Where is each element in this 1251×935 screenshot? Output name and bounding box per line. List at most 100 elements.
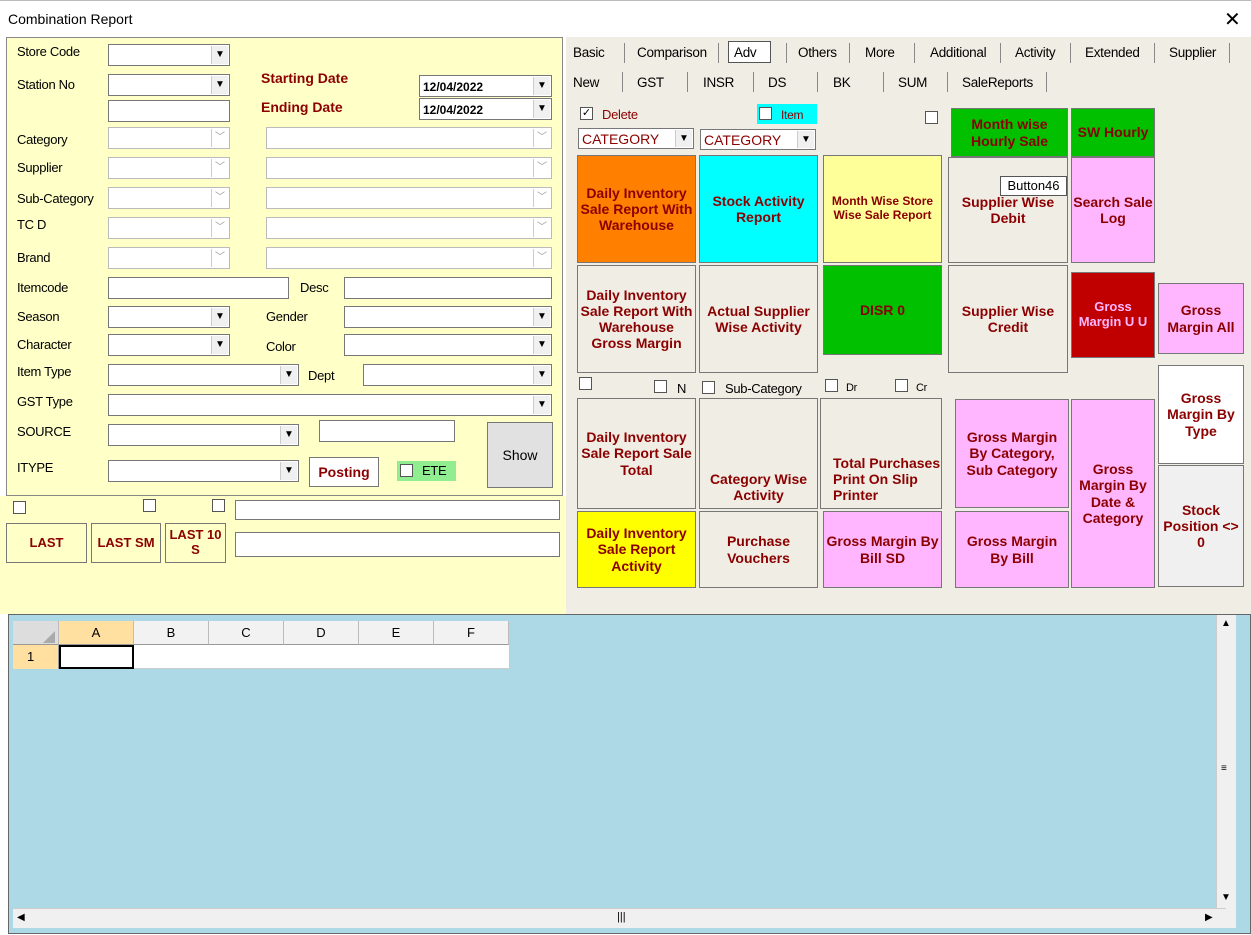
character-select[interactable]: ▼ — [108, 334, 230, 356]
tab-salereports[interactable]: SaleReports — [962, 75, 1033, 90]
tc-d-detail-select[interactable]: ﹀ — [266, 217, 552, 239]
tab-bk[interactable]: BK — [833, 75, 851, 90]
sub-category-select[interactable]: ﹀ — [108, 187, 230, 209]
actual-supplier-activity-button[interactable]: Actual Supplier Wise Activity — [699, 265, 818, 373]
month-wise-hourly-sale-button[interactable]: Month wise Hourly Sale — [951, 108, 1068, 157]
gender-select[interactable]: ▼ — [344, 306, 552, 328]
tab-gst[interactable]: GST — [637, 75, 664, 90]
tab-ds[interactable]: DS — [768, 75, 786, 90]
gross-margin-all-button[interactable]: Gross Margin All — [1158, 283, 1244, 354]
brand-detail-select[interactable]: ﹀ — [266, 247, 552, 269]
source-text-field[interactable] — [319, 420, 455, 442]
supplier-wise-debit-button[interactable]: Supplier Wise Debit — [948, 157, 1068, 263]
category-select-1[interactable]: CATEGORY ▼ — [578, 128, 694, 149]
row-header-1[interactable]: 1 — [13, 645, 59, 669]
gross-margin-uu-button[interactable]: Gross Margin U U — [1071, 272, 1155, 358]
category-wise-activity-button[interactable]: Category Wise Activity — [699, 398, 818, 509]
show-button[interactable]: Show — [487, 422, 553, 488]
last-text-2[interactable] — [235, 532, 560, 557]
tab-insr[interactable]: INSR — [703, 75, 734, 90]
ete-checkbox[interactable] — [400, 464, 413, 477]
sw-hourly-button[interactable]: SW Hourly — [1071, 108, 1155, 157]
horizontal-scrollbar[interactable]: ◀ ||| ▶ — [13, 908, 1226, 928]
scroll-thumb-icon[interactable]: ≡ — [1221, 763, 1227, 774]
column-header-f[interactable]: F — [434, 621, 509, 645]
scroll-left-icon[interactable]: ◀ — [17, 912, 25, 923]
tab-additional[interactable]: Additional — [930, 45, 987, 60]
column-header-e[interactable]: E — [359, 621, 434, 645]
category-detail-select[interactable]: ﹀ — [266, 127, 552, 149]
gst-type-select[interactable]: ▼ — [108, 394, 552, 416]
brand-select[interactable]: ﹀ — [108, 247, 230, 269]
item-checkbox[interactable] — [759, 107, 772, 120]
last-sm-button[interactable]: LAST SM — [91, 523, 161, 563]
n-checkbox[interactable] — [654, 380, 667, 393]
gross-margin-by-type-button[interactable]: Gross Margin By Type — [1158, 365, 1244, 464]
search-sale-log-button[interactable]: Search Sale Log — [1071, 157, 1155, 263]
tab-others[interactable]: Others — [798, 45, 837, 60]
category-select-2[interactable]: CATEGORY ▼ — [700, 129, 816, 150]
supplier-detail-select[interactable]: ﹀ — [266, 157, 552, 179]
column-header-a[interactable]: A — [59, 621, 134, 645]
total-purchases-button[interactable]: Total Purchases Print On Slip Printer — [820, 398, 942, 509]
scroll-h-thumb-icon[interactable]: ||| — [617, 911, 626, 923]
tab-adv[interactable]: Adv — [728, 41, 772, 63]
tab-extended[interactable]: Extended — [1085, 45, 1140, 60]
spreadsheet-table[interactable]: A B C D E F 1 — [13, 621, 513, 671]
delete-checkbox[interactable]: ✓ — [580, 107, 593, 120]
sub-category-detail-select[interactable]: ﹀ — [266, 187, 552, 209]
daily-inventory-warehouse-button[interactable]: Daily Inventory Sale Report With Warehou… — [577, 155, 696, 263]
checkbox-3[interactable] — [212, 499, 225, 512]
scroll-up-icon[interactable]: ▲ — [1221, 618, 1231, 629]
desc-input[interactable] — [344, 277, 552, 299]
checkbox-2[interactable] — [143, 499, 156, 512]
stock-position-button[interactable]: Stock Position <> 0 — [1158, 465, 1244, 587]
tab-sum[interactable]: SUM — [898, 75, 927, 90]
daily-inventory-activity-button[interactable]: Daily Inventory Sale Report Activity — [577, 511, 696, 588]
gm-bill-button[interactable]: Gross Margin By Bill — [955, 511, 1069, 588]
column-header-d[interactable]: D — [284, 621, 359, 645]
stock-activity-report-button[interactable]: Stock Activity Report — [699, 155, 818, 263]
posting-button[interactable]: Posting — [309, 457, 379, 487]
scroll-down-icon[interactable]: ▼ — [1221, 892, 1231, 903]
tc-d-select[interactable]: ﹀ — [108, 217, 230, 239]
ete-checkbox-wrap[interactable]: ETE — [397, 461, 456, 481]
daily-inventory-total-button[interactable]: Daily Inventory Sale Report Sale Total — [577, 398, 696, 509]
vertical-scrollbar[interactable]: ▲ ≡ ▼ — [1216, 615, 1236, 928]
category-select[interactable]: ﹀ — [108, 127, 230, 149]
select-all-corner[interactable] — [13, 621, 59, 645]
station-no-select[interactable]: ▼ — [108, 74, 230, 96]
starting-date-picker[interactable]: 12/04/2022 ▼ — [419, 75, 552, 97]
supplier-select[interactable]: ﹀ — [108, 157, 230, 179]
purchase-vouchers-button[interactable]: Purchase Vouchers — [699, 511, 818, 588]
item-type-select[interactable]: ▼ — [108, 364, 299, 386]
tab-basic[interactable]: Basic — [573, 45, 605, 60]
sub-category-checkbox[interactable] — [702, 381, 715, 394]
gm-category-sub-button[interactable]: Gross Margin By Category, Sub Category — [955, 399, 1069, 508]
tab-supplier[interactable]: Supplier — [1169, 45, 1216, 60]
tab-new[interactable]: New — [573, 75, 599, 90]
last-10s-button[interactable]: LAST 10 S — [165, 523, 226, 563]
row-1-cells[interactable] — [134, 645, 509, 669]
gm-date-category-button[interactable]: Gross Margin By Date & Category — [1071, 399, 1155, 588]
dr-checkbox[interactable] — [825, 379, 838, 392]
checkbox-1[interactable] — [13, 501, 26, 514]
option-checkbox[interactable] — [925, 111, 938, 124]
column-header-c[interactable]: C — [209, 621, 284, 645]
scroll-right-icon[interactable]: ▶ — [1205, 912, 1213, 923]
season-select[interactable]: ▼ — [108, 306, 230, 328]
store-code-select[interactable]: ▼ — [108, 44, 230, 66]
item-checkbox-wrap[interactable]: Item — [757, 104, 817, 124]
last-button[interactable]: LAST — [6, 523, 87, 563]
checkbox-row-1[interactable] — [579, 377, 592, 390]
cell-a1[interactable] — [59, 645, 134, 669]
tab-more[interactable]: More — [865, 45, 895, 60]
color-select[interactable]: ▼ — [344, 334, 552, 356]
tab-activity[interactable]: Activity — [1015, 45, 1056, 60]
ending-date-picker[interactable]: 12/04/2022 ▼ — [419, 98, 552, 120]
station-text-field[interactable] — [108, 100, 230, 122]
spreadsheet-area[interactable]: A B C D E F 1 — [8, 614, 1251, 934]
cr-checkbox[interactable] — [895, 379, 908, 392]
tab-comparison[interactable]: Comparison — [637, 45, 707, 60]
disr0-button[interactable]: DISR 0 — [823, 265, 942, 355]
